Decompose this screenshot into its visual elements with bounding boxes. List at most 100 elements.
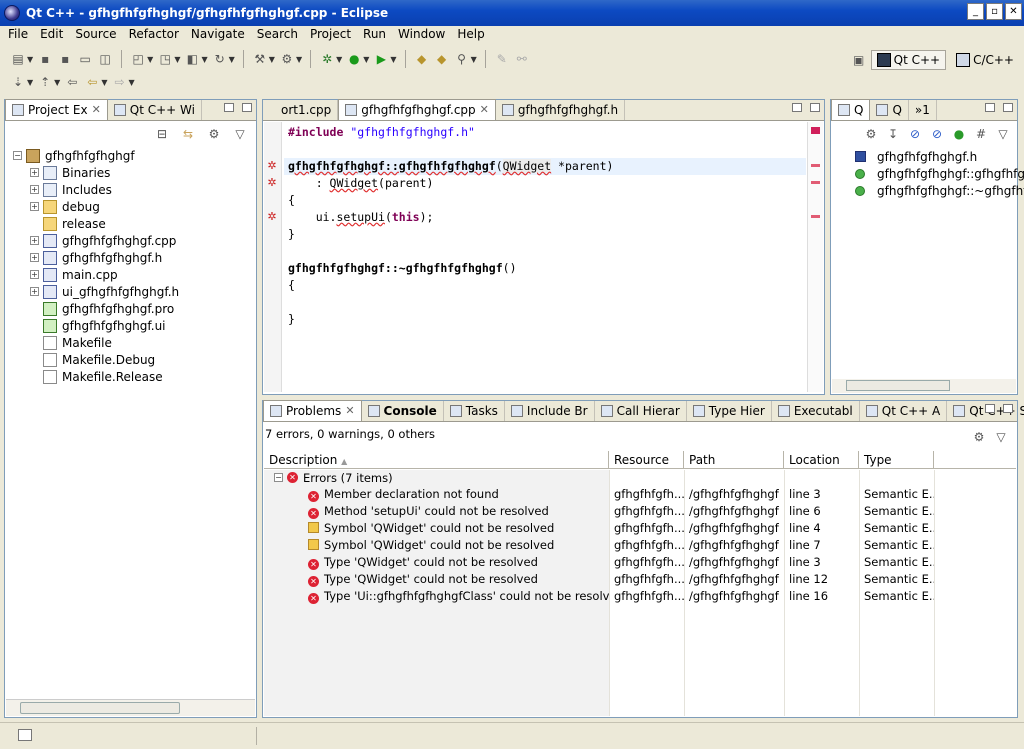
problem-row[interactable]: ✕ Type 'QWidget' could not be resolved gfh… bbox=[264, 554, 1016, 571]
tree-item-main-cpp[interactable]: + main.cpp bbox=[13, 266, 256, 283]
error-overview-marker[interactable] bbox=[811, 215, 820, 218]
menu-window[interactable]: Window bbox=[392, 27, 451, 41]
collapse-icon[interactable]: − bbox=[13, 151, 22, 160]
code-editor[interactable]: #include "gfhgfhfgfhghgf.h" gfhgfhfgfhgh… bbox=[284, 124, 806, 392]
dropdown-arrow-icon[interactable]: ▼ bbox=[147, 55, 153, 64]
sort-az-icon[interactable]: ↧ bbox=[885, 126, 901, 142]
close-icon[interactable]: ✕ bbox=[92, 103, 101, 116]
tree-item-includes[interactable]: + Includes bbox=[13, 181, 256, 198]
dropdown-arrow-icon[interactable]: ▼ bbox=[174, 55, 180, 64]
save-icon[interactable]: ▪ bbox=[37, 51, 53, 67]
maximize-view-button[interactable] bbox=[1003, 103, 1013, 112]
back-arrow-icon[interactable]: ⇦ bbox=[84, 74, 100, 90]
collapse-all-icon[interactable]: ⊟ bbox=[154, 126, 170, 142]
minimize-button[interactable]: _ bbox=[967, 3, 984, 20]
dropdown-arrow-icon[interactable]: ▼ bbox=[201, 55, 207, 64]
link-icon[interactable]: ⚯ bbox=[514, 51, 530, 67]
tab-qt-cpp-wizard[interactable]: Qt C++ Wi bbox=[108, 100, 202, 120]
dropdown-arrow-icon[interactable]: ▼ bbox=[128, 78, 134, 87]
refresh-icon[interactable]: ↻ bbox=[212, 51, 228, 67]
dropdown-arrow-icon[interactable]: ▼ bbox=[101, 78, 107, 87]
fast-view-icon[interactable] bbox=[18, 729, 32, 741]
outline-item[interactable]: gfhgfhfgfhghgf::~gfhgfhfgfhghgf bbox=[839, 182, 1024, 199]
expand-icon[interactable]: + bbox=[30, 236, 39, 245]
pen-icon[interactable]: ✎ bbox=[494, 51, 510, 67]
open-folder-icon[interactable]: ◆ bbox=[434, 51, 450, 67]
close-button[interactable]: ✕ bbox=[1005, 3, 1022, 20]
column-location[interactable]: Location bbox=[784, 451, 859, 468]
menu-source[interactable]: Source bbox=[69, 27, 122, 41]
tree-item-ui-header[interactable]: + ui_gfhgfhfgfhghgf.h bbox=[13, 283, 256, 300]
problem-row[interactable]: ✕ Type 'QWidget' could not be resolved gfh… bbox=[264, 571, 1016, 588]
tree-item-makefile-debug[interactable]: Makefile.Debug bbox=[13, 351, 256, 368]
save-all-icon[interactable]: ▪ bbox=[57, 51, 73, 67]
menu-project[interactable]: Project bbox=[304, 27, 357, 41]
error-overview-marker[interactable] bbox=[811, 181, 820, 184]
run-icon[interactable]: ● bbox=[346, 51, 362, 67]
tree-item-header[interactable]: + gfhgfhfgfhghgf.h bbox=[13, 249, 256, 266]
maximize-view-button[interactable] bbox=[810, 103, 820, 112]
filter-icon[interactable]: ⚙ bbox=[971, 429, 987, 445]
problem-row[interactable]: Symbol 'QWidget' could not be resolved gf… bbox=[264, 520, 1016, 537]
hide-nonpublic-icon[interactable]: ● bbox=[951, 126, 967, 142]
tab-outline[interactable]: Q bbox=[831, 99, 871, 120]
horizontal-scrollbar[interactable] bbox=[6, 699, 255, 716]
forward-arrow-icon[interactable]: ⇨ bbox=[111, 74, 127, 90]
expand-icon[interactable]: + bbox=[30, 253, 39, 262]
error-marker-icon[interactable]: ✲ bbox=[266, 211, 278, 223]
error-group-row[interactable]: − ✕ Errors (7 items) bbox=[264, 469, 1016, 486]
error-overview-marker[interactable] bbox=[811, 164, 820, 167]
new-project-icon[interactable]: ◰ bbox=[130, 51, 146, 67]
tab-problems[interactable]: Problems ✕ bbox=[263, 400, 362, 421]
tree-item-ui[interactable]: gfhgfhfgfhghgf.ui bbox=[13, 317, 256, 334]
tab-executables[interactable]: Executabl bbox=[772, 401, 860, 421]
hide-fields-icon[interactable]: ⊘ bbox=[907, 126, 923, 142]
tab-more-views[interactable]: »1 bbox=[909, 100, 937, 120]
perspective-qt-cpp[interactable]: Qt C++ bbox=[870, 50, 947, 70]
menu-search[interactable]: Search bbox=[251, 27, 304, 41]
maximize-button[interactable]: ▫ bbox=[986, 3, 1003, 20]
dropdown-arrow-icon[interactable]: ▼ bbox=[269, 55, 275, 64]
dropdown-arrow-icon[interactable]: ▼ bbox=[363, 55, 369, 64]
outline-item[interactable]: gfhgfhfgfhghgf::gfhgfhfgfhghgf bbox=[839, 165, 1024, 182]
tab-tasks[interactable]: Tasks bbox=[444, 401, 505, 421]
settings-icon[interactable]: ⚙ bbox=[863, 126, 879, 142]
dropdown-arrow-icon[interactable]: ▼ bbox=[471, 55, 477, 64]
dropdown-arrow-icon[interactable]: ▼ bbox=[54, 78, 60, 87]
menu-run[interactable]: Run bbox=[357, 27, 392, 41]
tree-item-cpp[interactable]: + gfhgfhfgfhghgf.cpp bbox=[13, 232, 256, 249]
next-annotation-icon[interactable]: ⇣ bbox=[10, 74, 26, 90]
tree-item-pro[interactable]: gfhgfhfgfhghgf.pro bbox=[13, 300, 256, 317]
column-resource[interactable]: Resource bbox=[609, 451, 684, 468]
problem-row[interactable]: ✕ Method 'setupUi' could not be resolved g… bbox=[264, 503, 1016, 520]
outline-item[interactable]: gfhgfhfgfhghgf.h bbox=[839, 148, 1024, 165]
maximize-view-button[interactable] bbox=[1003, 404, 1013, 413]
new-folder-icon[interactable]: ◳ bbox=[157, 51, 173, 67]
dropdown-arrow-icon[interactable]: ▼ bbox=[27, 78, 33, 87]
menu-help[interactable]: Help bbox=[451, 27, 490, 41]
view-menu-arrow-icon[interactable]: ▽ bbox=[232, 126, 248, 142]
menu-navigate[interactable]: Navigate bbox=[185, 27, 251, 41]
expand-icon[interactable]: + bbox=[30, 185, 39, 194]
print-icon[interactable]: ▭ bbox=[77, 51, 93, 67]
collapse-icon[interactable]: − bbox=[274, 473, 283, 482]
tab-gfhgfhfgfhghgf-cpp[interactable]: gfhgfhfgfhghgf.cpp ✕ bbox=[338, 99, 496, 120]
tab-console[interactable]: Console bbox=[362, 401, 444, 421]
menu-refactor[interactable]: Refactor bbox=[123, 27, 185, 41]
tab-qt-cpp-a[interactable]: Qt C++ A bbox=[860, 401, 948, 421]
problem-row[interactable]: ✕ Member declaration not found gfhgfhfgfh.… bbox=[264, 486, 1016, 503]
dropdown-arrow-icon[interactable]: ▼ bbox=[336, 55, 342, 64]
link-with-editor-icon[interactable]: ⇆ bbox=[180, 126, 196, 142]
error-marker-icon[interactable]: ✲ bbox=[266, 160, 278, 172]
hash-icon[interactable]: # bbox=[973, 126, 989, 142]
tab-type-hierarchy[interactable]: Type Hier bbox=[687, 401, 772, 421]
problem-row[interactable]: ✕ Type 'Ui::gfhgfhfgfhghgfClass' could no… bbox=[264, 588, 1016, 605]
problem-row[interactable]: Symbol 'QWidget' could not be resolved gf… bbox=[264, 537, 1016, 554]
open-type-icon[interactable]: ◆ bbox=[414, 51, 430, 67]
tree-item-project[interactable]: − gfhgfhfgfhghgf bbox=[13, 147, 256, 164]
dropdown-arrow-icon[interactable]: ▼ bbox=[390, 55, 396, 64]
new-icon[interactable]: ▤ bbox=[10, 51, 26, 67]
hide-static-icon[interactable]: ⊘ bbox=[929, 126, 945, 142]
tree-item-binaries[interactable]: + Binaries bbox=[13, 164, 256, 181]
tab-gfhgfhfgfhghgf-h[interactable]: gfhgfhfgfhghgf.h bbox=[496, 100, 626, 120]
